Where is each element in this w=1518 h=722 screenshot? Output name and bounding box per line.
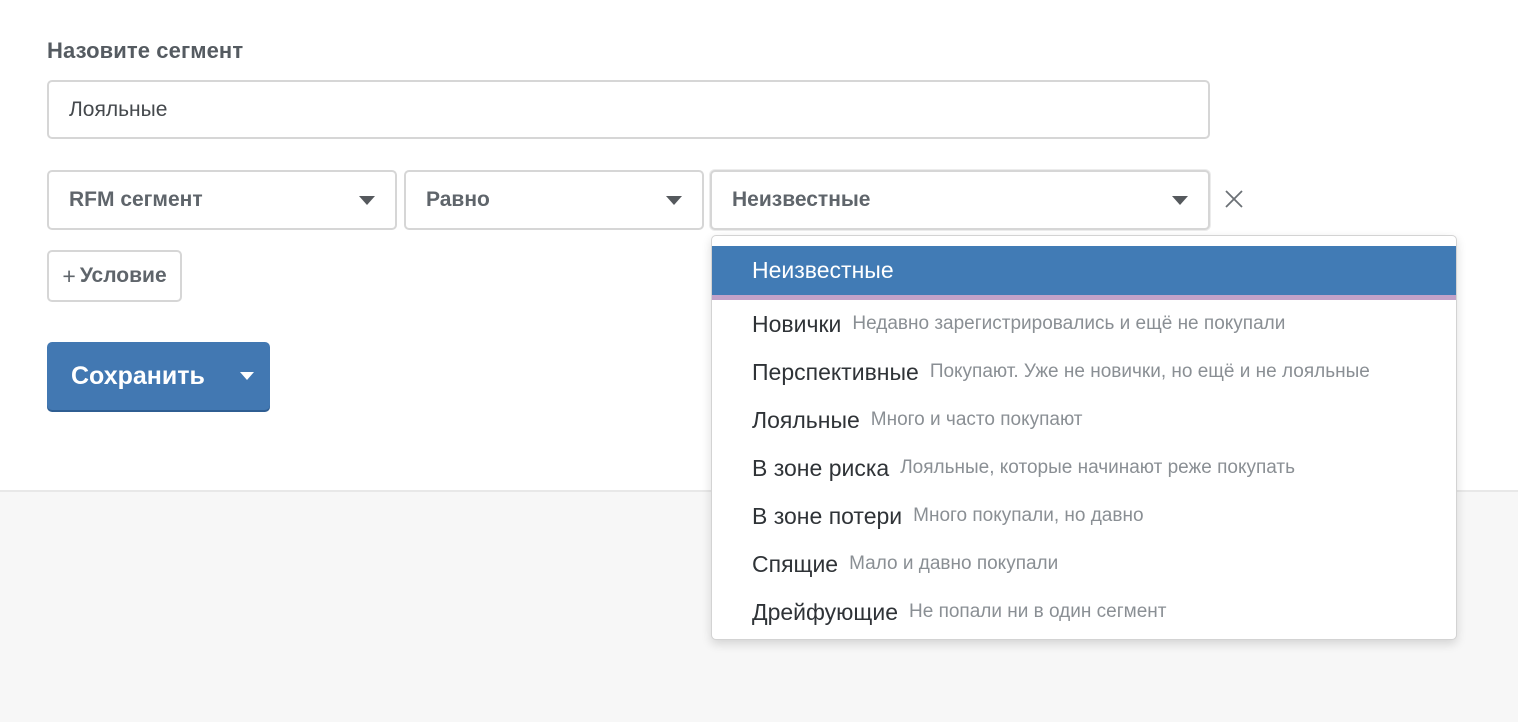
dropdown-option[interactable]: В зоне потери Много покупали, но давно [712,492,1456,540]
dropdown-option[interactable]: Новички Недавно зарегистрировались и ещё… [712,300,1456,348]
add-condition-button[interactable]: + Условие [47,250,182,302]
chevron-down-icon [666,195,682,205]
segment-options-dropdown: Неизвестные Новички Недавно зарегистриро… [711,235,1457,640]
option-name: Дрейфующие [752,598,898,625]
condition-field-select[interactable]: RFM сегмент [47,170,397,230]
option-name: Новички [752,310,842,337]
dropdown-option[interactable]: Неизвестные [712,246,1456,300]
chevron-down-icon [359,195,375,205]
condition-operator-value: Равно [426,188,490,211]
option-description: Лояльные, которые начинают реже покупать [900,457,1296,478]
plus-icon: + [62,262,76,289]
condition-field-value: RFM сегмент [69,188,203,211]
condition-value-value: Неизвестные [732,188,871,211]
condition-operator-select[interactable]: Равно [404,170,704,230]
option-name: Лояльные [752,406,860,433]
option-description: Покупают. Уже не новички, но ещё и не ло… [929,361,1370,382]
option-description: Недавно зарегистрировались и ещё не поку… [852,313,1286,334]
add-condition-label: Условие [79,264,167,287]
chevron-down-icon [1172,195,1188,205]
option-description: Мало и давно покупали [849,553,1059,574]
option-name: В зоне риска [752,454,890,481]
option-description: Много покупали, но давно [913,505,1144,526]
option-name: Спящие [752,550,839,577]
option-description: Много и часто покупают [870,409,1083,430]
option-name: Перспективные [752,358,919,385]
dropdown-option[interactable]: Перспективные Покупают. Уже не новички, … [712,348,1456,396]
save-button-label: Сохранить [71,361,205,390]
dropdown-option[interactable]: Спящие Мало и давно покупали [712,540,1456,588]
option-description: Не попали ни в один сегмент [909,601,1167,622]
condition-value-select[interactable]: Неизвестные [710,170,1210,230]
segment-name-label: Назовите сегмент [47,38,244,63]
close-icon[interactable] [1221,186,1247,212]
option-name: В зоне потери [752,502,903,529]
dropdown-option[interactable]: Лояльные Много и часто покупают [712,396,1456,444]
option-name: Неизвестные [752,257,894,283]
save-button[interactable]: Сохранить [47,342,270,410]
dropdown-option[interactable]: Дрейфующие Не попали ни в один сегмент [712,588,1456,636]
segment-editor-page: Назовите сегмент RFM сегмент Равно Неизв… [0,0,1518,722]
chevron-down-icon[interactable] [240,372,254,380]
dropdown-option[interactable]: В зоне риска Лояльные, которые начинают … [712,444,1456,492]
segment-name-input[interactable] [47,80,1210,139]
